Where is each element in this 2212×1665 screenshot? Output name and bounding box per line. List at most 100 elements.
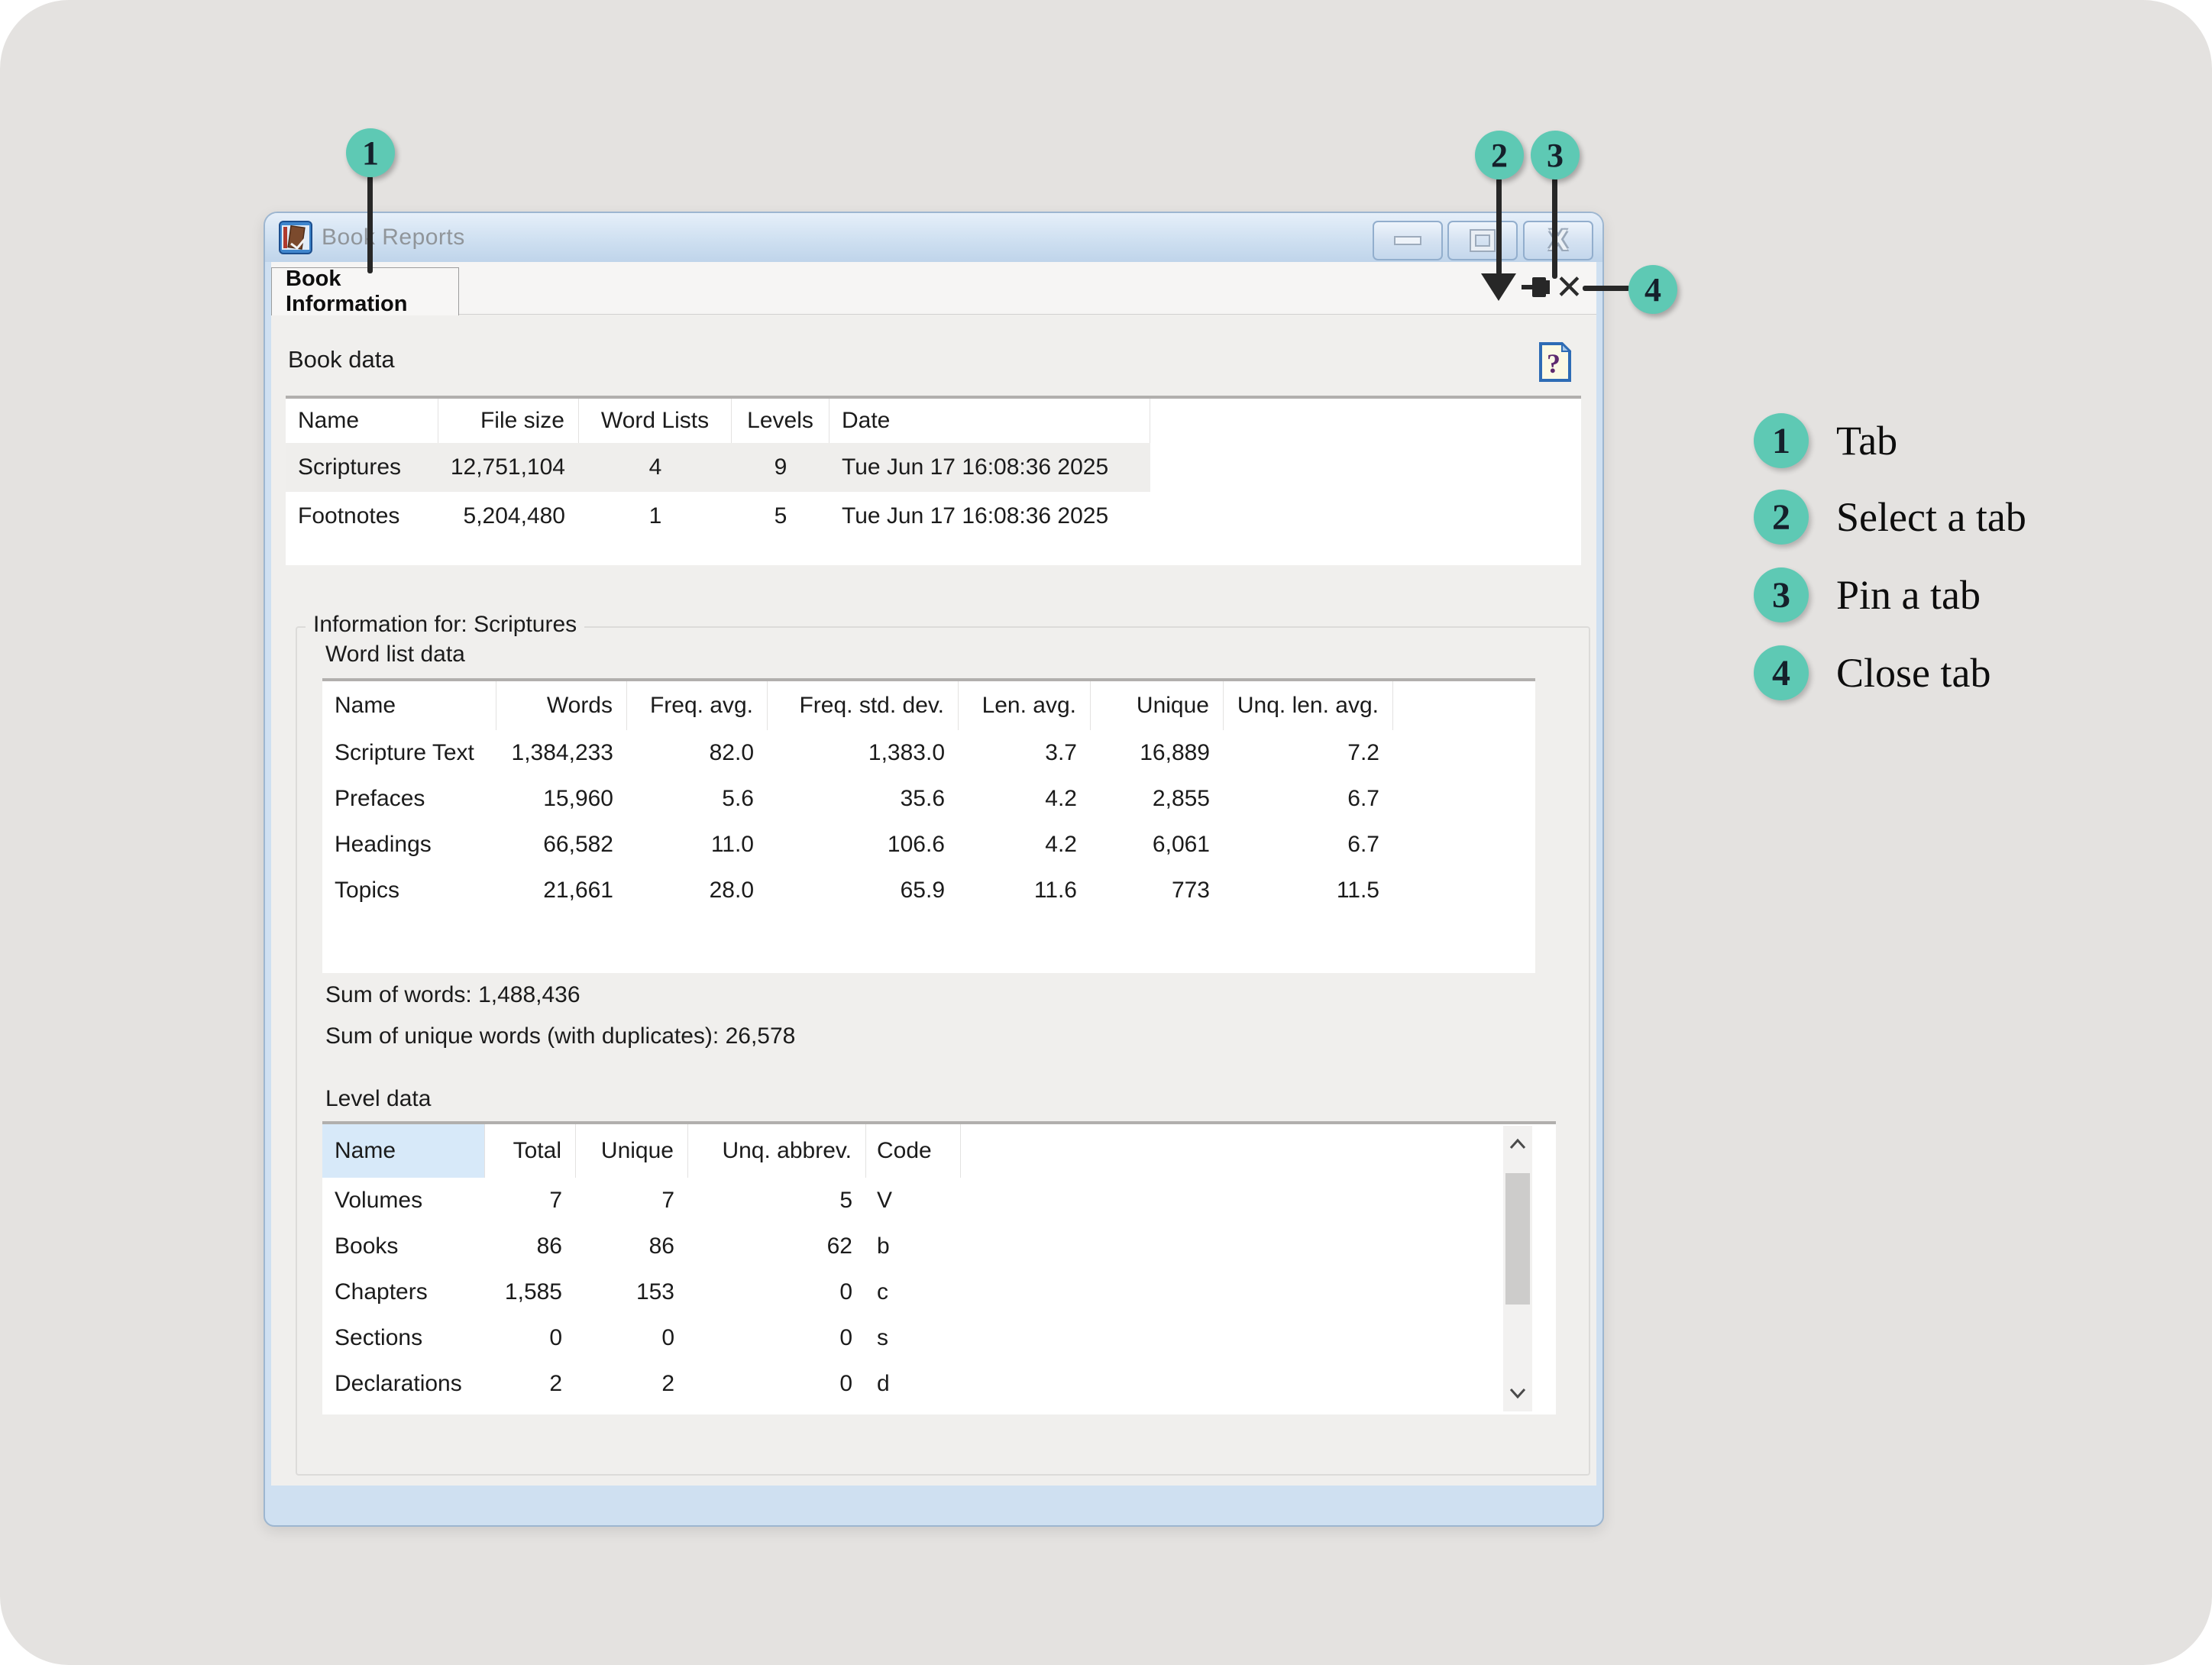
callout-line-4	[1583, 286, 1630, 291]
cell: 11.0	[627, 822, 768, 868]
window-body: Book Information Book data ? Name File s…	[271, 262, 1596, 1486]
column-header[interactable]: Code	[866, 1124, 961, 1178]
cell: Chapters	[322, 1269, 485, 1315]
close-tab-x-icon[interactable]: ✕	[1555, 271, 1583, 305]
cell: 0	[688, 1269, 866, 1315]
tutorial-canvas: Book Reports X Book Information Book dat…	[0, 0, 2212, 1665]
cell-date: Tue Jun 17 16:08:36 2025	[830, 443, 1150, 492]
cell: Volumes	[322, 1178, 485, 1224]
table-row-scriptures[interactable]: Scriptures 12,751,104 4 9 Tue Jun 17 16:…	[286, 443, 1150, 492]
window-title: Book Reports	[322, 225, 465, 251]
tab-label: Book Information	[286, 267, 458, 317]
cell: 86	[576, 1224, 688, 1269]
table-row: Sections 0 0 0 s	[322, 1315, 961, 1361]
cell: 28.0	[627, 868, 768, 913]
table-row-footnotes[interactable]: Footnotes 5,204,480 1 5 Tue Jun 17 16:08…	[286, 492, 1150, 541]
level-data-table: Name Total Unique Unq. abbrev. Code Volu…	[322, 1121, 1556, 1414]
cell: 62	[688, 1224, 866, 1269]
tab-dropdown-icon[interactable]	[1481, 273, 1516, 301]
tab-book-information[interactable]: Book Information	[271, 267, 459, 315]
cell-name: Scriptures	[286, 443, 438, 492]
cell: 0	[688, 1361, 866, 1407]
legend-number: 3	[1772, 574, 1790, 616]
table-row: Topics 21,661 28.0 65.9 11.6 773 11.5	[322, 868, 1393, 913]
cell: 1,383.0	[768, 730, 959, 776]
cell-levels: 9	[732, 443, 830, 492]
help-question-icon[interactable]: ?	[1538, 341, 1572, 383]
cell: 15,960	[496, 776, 627, 822]
column-header[interactable]: Total	[485, 1124, 576, 1178]
column-header-name[interactable]: Name	[322, 1124, 485, 1178]
cell-word-lists: 4	[579, 443, 732, 492]
callout-circle-4: 4	[1628, 265, 1677, 314]
cell: 2,855	[1091, 776, 1224, 822]
column-header: Unique	[1091, 681, 1224, 730]
callout-line-2	[1496, 178, 1502, 275]
cell: 86	[485, 1224, 576, 1269]
cell-file-size: 12,751,104	[438, 443, 579, 492]
cell: 773	[1091, 868, 1224, 913]
book-reports-window: Book Reports X Book Information Book dat…	[264, 212, 1604, 1527]
column-header: Freq. std. dev.	[768, 681, 959, 730]
cell: 6.7	[1224, 776, 1393, 822]
callout-circle-1: 1	[346, 128, 395, 177]
table-row: Books 86 86 62 b	[322, 1224, 961, 1269]
scroll-up-button[interactable]	[1503, 1126, 1532, 1162]
cell: d	[866, 1361, 961, 1407]
column-header: Levels	[732, 399, 830, 443]
cell: 21,661	[496, 868, 627, 913]
callout-number: 1	[362, 134, 379, 173]
chevron-down-icon	[1509, 1387, 1527, 1399]
table-row: Volumes 7 7 5 V	[322, 1178, 961, 1224]
word-list-table: Name Words Freq. avg. Freq. std. dev. Le…	[322, 678, 1535, 973]
cell: 7	[485, 1178, 576, 1224]
cell: 1,585	[485, 1269, 576, 1315]
cell: 1,384,233	[496, 730, 627, 776]
minimize-button[interactable]	[1373, 221, 1443, 260]
column-header: Len. avg.	[959, 681, 1091, 730]
close-button[interactable]: X	[1523, 221, 1593, 260]
column-header: Name	[322, 681, 496, 730]
callout-number: 3	[1547, 136, 1564, 175]
cell: c	[866, 1269, 961, 1315]
column-header: Freq. avg.	[627, 681, 768, 730]
cell: 4.2	[959, 776, 1091, 822]
cell: 153	[576, 1269, 688, 1315]
cell: b	[866, 1224, 961, 1269]
column-header[interactable]: Unq. abbrev.	[688, 1124, 866, 1178]
cell: 11.6	[959, 868, 1091, 913]
cell: 0	[576, 1315, 688, 1361]
cell-date: Tue Jun 17 16:08:36 2025	[830, 492, 1150, 541]
maximize-button[interactable]	[1447, 221, 1518, 260]
info-group-label: Information for: Scriptures	[306, 612, 584, 638]
level-data-label: Level data	[325, 1086, 431, 1112]
chevron-up-icon	[1509, 1138, 1527, 1150]
cell: Scripture Text	[322, 730, 496, 776]
legend-label-close-tab: Close tab	[1836, 644, 1990, 702]
pin-icon[interactable]	[1520, 273, 1557, 301]
word-list-label: Word list data	[325, 642, 465, 668]
book-table-header-row: Name File size Word Lists Levels Date	[286, 399, 1150, 443]
legend-number: 1	[1772, 420, 1790, 462]
cell: 16,889	[1091, 730, 1224, 776]
cell: Headings	[322, 822, 496, 868]
cell: 6.7	[1224, 822, 1393, 868]
level-table-header-row: Name Total Unique Unq. abbrev. Code	[322, 1124, 961, 1178]
column-header: Name	[286, 399, 438, 443]
scroll-down-button[interactable]	[1503, 1375, 1532, 1411]
cell: 3.7	[959, 730, 1091, 776]
cell-file-size: 5,204,480	[438, 492, 579, 541]
level-table-scrollbar[interactable]	[1503, 1126, 1532, 1411]
book-data-label: Book data	[288, 346, 395, 373]
column-header: Words	[496, 681, 627, 730]
column-header[interactable]: Unique	[576, 1124, 688, 1178]
legend-label-tab: Tab	[1836, 412, 1897, 470]
table-row: Headings 66,582 11.0 106.6 4.2 6,061 6.7	[322, 822, 1393, 868]
scrollbar-thumb[interactable]	[1505, 1173, 1530, 1305]
cell: 7	[576, 1178, 688, 1224]
callout-number: 2	[1491, 136, 1508, 175]
titlebar[interactable]: Book Reports X	[265, 213, 1602, 262]
cell-levels: 5	[732, 492, 830, 541]
cell: V	[866, 1178, 961, 1224]
svg-text:?: ?	[1547, 348, 1560, 379]
